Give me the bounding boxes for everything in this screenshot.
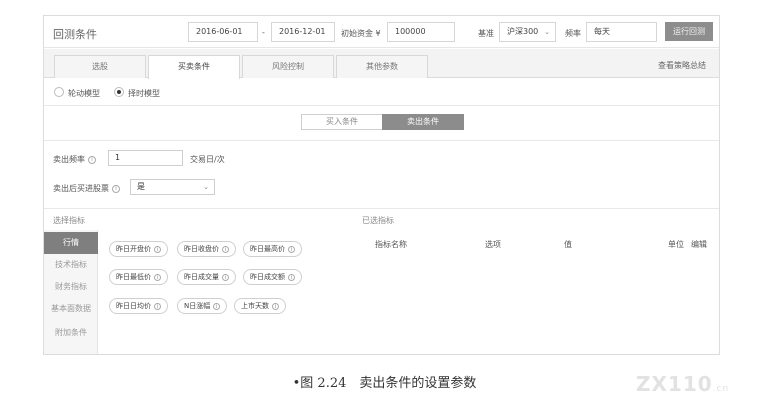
chevron-down-icon: ⌄ <box>203 183 209 191</box>
tab-risk-control[interactable]: 风险控制 <box>242 55 334 78</box>
sell-frequency-input[interactable]: 1 <box>108 150 183 166</box>
chip-label: 昨日最高价 <box>250 245 285 253</box>
chip-label: 昨日日均价 <box>116 302 151 310</box>
info-icon: i <box>154 302 161 310</box>
indicator-chip[interactable]: 昨日最高价 i <box>243 241 302 257</box>
column-header-unit: 单位 <box>668 240 684 249</box>
category-financial[interactable]: 财务指标 <box>44 276 98 298</box>
indicator-chip[interactable]: 昨日成交量 i <box>177 269 236 285</box>
run-backtest-button[interactable]: 运行回测 <box>665 22 713 41</box>
indicator-chip[interactable]: N日涨幅 i <box>177 298 228 314</box>
indicator-chip[interactable]: 昨日收盘价 i <box>177 241 236 257</box>
watermark-logo: ZX110.cn <box>636 372 729 396</box>
indicator-chip[interactable]: 上市天数 i <box>234 298 286 314</box>
benchmark-label: 基准 <box>478 29 494 38</box>
info-icon[interactable]: i <box>88 155 96 164</box>
chip-label: 昨日成交额 <box>250 273 285 281</box>
divider <box>44 105 719 106</box>
date-separator: - <box>262 28 265 37</box>
indicator-chip[interactable]: 昨日开盘价 i <box>109 241 168 257</box>
category-technical[interactable]: 技术指标 <box>44 254 98 276</box>
info-icon: i <box>288 245 295 253</box>
capital-label: 初始资金 ¥ <box>341 29 381 38</box>
indicator-chip[interactable]: 昨日日均价 i <box>109 298 168 314</box>
column-header-name: 指标名称 <box>375 240 407 249</box>
info-icon[interactable]: i <box>112 184 120 193</box>
category-additional[interactable]: 附加条件 <box>44 322 98 344</box>
panel-title: 回测条件 <box>53 28 97 41</box>
divider <box>44 140 719 141</box>
start-date-field[interactable]: 2016-06-01 <box>188 22 258 42</box>
watermark-text: ZX110 <box>636 372 713 396</box>
backtest-panel: 回测条件 2016-06-01 - 2016-12-01 初始资金 ¥ 1000… <box>43 15 720 355</box>
tab-bar: 选股 买卖条件 风险控制 其他参数 查看策略总结 <box>44 49 719 79</box>
benchmark-select[interactable]: 沪深300 ⌄ <box>499 22 556 42</box>
info-icon: i <box>222 245 229 253</box>
view-strategy-summary-link[interactable]: 查看策略总结 <box>658 60 706 71</box>
column-header-option: 选项 <box>485 240 501 249</box>
sell-frequency-unit: 交易日/次 <box>190 155 225 164</box>
selected-indicators-title: 已选指标 <box>362 216 394 225</box>
rotation-model-radio[interactable] <box>54 87 64 97</box>
info-icon: i <box>272 302 279 310</box>
chip-label: 昨日最低价 <box>116 273 151 281</box>
chip-label: N日涨幅 <box>184 302 211 310</box>
frequency-label: 频率 <box>565 29 581 38</box>
benchmark-value: 沪深300 <box>507 27 539 36</box>
info-icon: i <box>213 302 221 310</box>
sell-after-buy-label: 卖出后买进股票 i <box>53 183 120 194</box>
timing-model-label: 择时模型 <box>128 89 160 98</box>
indicator-candidates-title: 选择指标 <box>53 216 85 225</box>
tab-other-params[interactable]: 其他参数 <box>336 55 428 78</box>
indicator-chip[interactable]: 昨日成交额 i <box>243 269 302 285</box>
column-header-value: 值 <box>564 240 572 249</box>
info-icon: i <box>154 273 161 281</box>
indicator-category-list: 行情 技术指标 财务指标 基本面数据 附加条件 <box>44 230 98 354</box>
chevron-down-icon: ⌄ <box>544 28 550 36</box>
buy-conditions-segment[interactable]: 买入条件 <box>301 114 383 130</box>
tab-trade-conditions[interactable]: 买卖条件 <box>148 55 240 79</box>
info-icon: i <box>288 273 295 281</box>
sell-after-buy-text: 卖出后买进股票 <box>53 184 109 193</box>
column-header-edit: 编辑 <box>691 240 707 249</box>
sell-after-buy-select[interactable]: 是 ⌄ <box>130 179 215 195</box>
info-icon: i <box>222 273 229 281</box>
sell-conditions-segment[interactable]: 卖出条件 <box>382 114 464 130</box>
chip-label: 昨日成交量 <box>184 273 219 281</box>
chip-label: 昨日收盘价 <box>184 245 219 253</box>
chip-label: 上市天数 <box>241 302 269 310</box>
divider <box>44 208 719 209</box>
indicator-chip[interactable]: 昨日最低价 i <box>109 269 168 285</box>
sell-frequency-text: 卖出频率 <box>53 155 85 164</box>
rotation-model-label: 轮动模型 <box>68 89 100 98</box>
end-date-field[interactable]: 2016-12-01 <box>271 22 335 42</box>
category-fundamental[interactable]: 基本面数据 <box>44 298 98 320</box>
sell-after-buy-value: 是 <box>137 182 145 191</box>
watermark-suffix: .cn <box>712 384 730 394</box>
sell-frequency-label: 卖出频率 i <box>53 154 96 165</box>
tab-stock-selection[interactable]: 选股 <box>54 55 146 78</box>
timing-model-radio[interactable] <box>114 87 124 97</box>
capital-input[interactable]: 100000 <box>387 22 455 42</box>
frequency-field[interactable]: 每天 <box>586 22 657 42</box>
chip-label: 昨日开盘价 <box>116 245 151 253</box>
category-market[interactable]: 行情 <box>44 232 98 254</box>
info-icon: i <box>154 245 161 253</box>
header-bar: 回测条件 2016-06-01 - 2016-12-01 初始资金 ¥ 1000… <box>44 16 719 48</box>
